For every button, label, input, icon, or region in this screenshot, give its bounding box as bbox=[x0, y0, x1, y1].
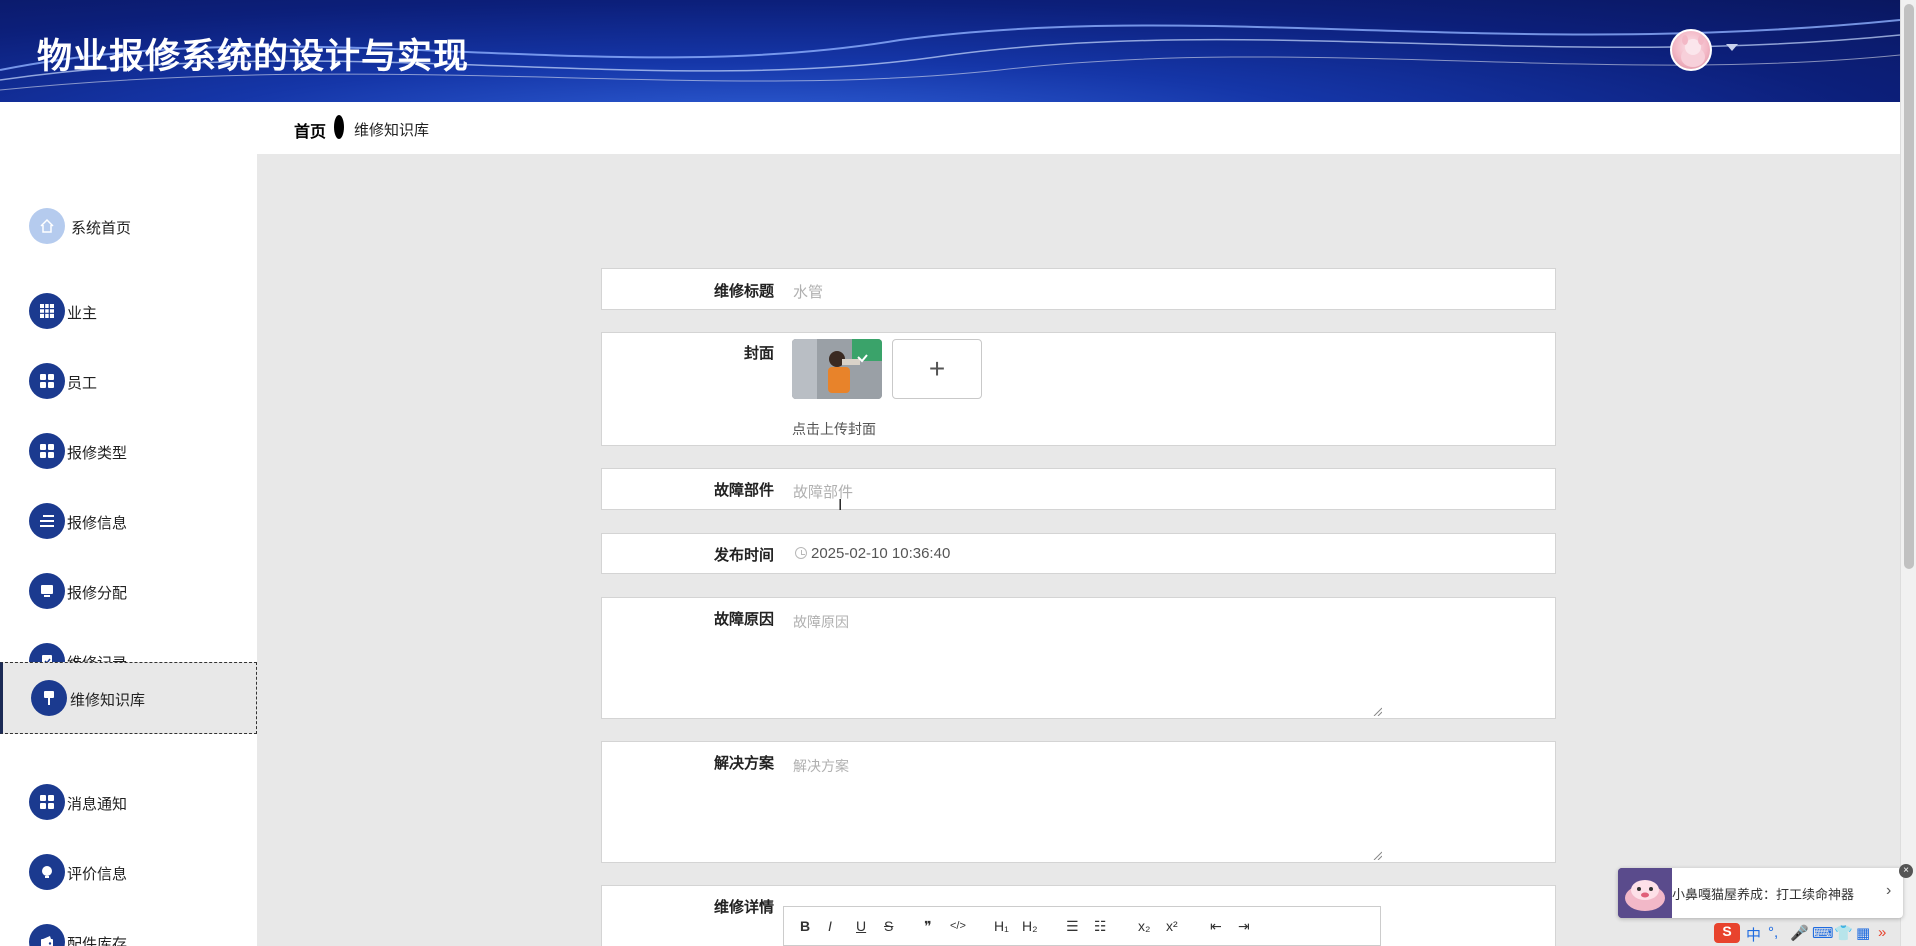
upload-cover-button[interactable]: + bbox=[892, 339, 982, 399]
solution-label: 解决方案 bbox=[713, 755, 774, 772]
brush-icon bbox=[31, 680, 67, 716]
user-menu-caret-icon[interactable] bbox=[1726, 44, 1738, 51]
detail-label: 维修详情 bbox=[713, 899, 774, 916]
sidebar-item-parts-inventory[interactable]: 配件库存 bbox=[0, 907, 257, 946]
sidebar-item-label: 报修分配 bbox=[67, 585, 128, 602]
sidebar-item-label: 报修信息 bbox=[67, 515, 128, 532]
underline-button[interactable]: U bbox=[856, 918, 866, 934]
plus-icon: + bbox=[928, 353, 946, 384]
bullet-list-button[interactable]: ☷ bbox=[1094, 918, 1107, 935]
top-header: 物业报修系统的设计与实现 bbox=[0, 0, 1900, 102]
cover-image-thumbnail[interactable] bbox=[792, 339, 882, 399]
upload-cover-tip: 点击上传封面 bbox=[792, 421, 876, 437]
sidebar-item-staff[interactable]: 员工 bbox=[0, 346, 257, 416]
ad-notification[interactable]: 小鼻嘎猫屋养成：打工续命神器 › bbox=[1618, 868, 1903, 918]
scrollbar-thumb[interactable] bbox=[1904, 4, 1914, 569]
sidebar-item-label: 配件库存 bbox=[67, 936, 128, 946]
sidebar-item-label: 报修类型 bbox=[67, 445, 128, 462]
resize-handle-icon[interactable] bbox=[1372, 706, 1382, 716]
list-icon bbox=[29, 503, 65, 539]
breadcrumb: 首页 维修知识库 bbox=[257, 102, 1900, 154]
subscript-button[interactable]: x₂ bbox=[1138, 918, 1150, 934]
bold-button[interactable]: B bbox=[800, 918, 810, 934]
title-input[interactable]: 水管 bbox=[793, 281, 823, 302]
form-row-time: 发布时间 2025-02-10 10:36:40 bbox=[601, 533, 1556, 574]
solution-textarea[interactable]: 解决方案 bbox=[793, 756, 849, 776]
sidebar-item-home[interactable]: 系统首页 bbox=[0, 191, 257, 261]
italic-button[interactable]: I bbox=[828, 918, 832, 934]
part-label: 故障部件 bbox=[713, 482, 774, 499]
punctuation-icon[interactable]: °, bbox=[1768, 924, 1778, 941]
cause-textarea[interactable]: 故障原因 bbox=[793, 612, 849, 632]
keyboard-icon[interactable]: ⌨ bbox=[1812, 924, 1834, 942]
sidebar-item-label: 员工 bbox=[67, 375, 98, 392]
sidebar-item-knowledge-base[interactable]: 维修知识库 bbox=[0, 662, 257, 734]
clock-icon bbox=[795, 547, 807, 559]
cause-label: 故障原因 bbox=[713, 611, 774, 628]
chevron-right-icon[interactable]: › bbox=[1886, 882, 1891, 900]
notification-text: 小鼻嘎猫屋养成：打工续命神器 bbox=[1672, 887, 1855, 902]
outdent-button[interactable]: ⇤ bbox=[1210, 918, 1222, 935]
notification-close-icon[interactable]: × bbox=[1899, 864, 1913, 878]
heading2-button[interactable]: H₂ bbox=[1022, 918, 1038, 934]
superscript-button[interactable]: x² bbox=[1166, 918, 1178, 934]
form-row-title: 维修标题 水管 bbox=[601, 268, 1556, 310]
sidebar-item-repair-info[interactable]: 报修信息 bbox=[0, 486, 257, 556]
grid-icon bbox=[29, 363, 65, 399]
form-row-cause: 故障原因 故障原因 bbox=[601, 597, 1556, 719]
rich-text-editor[interactable]: B I U S ❞ </> H₁ H₂ ☰ ☷ x₂ x² ⇤ ⇥ bbox=[783, 906, 1381, 946]
wallet-icon bbox=[29, 924, 65, 946]
heading1-button[interactable]: H₁ bbox=[994, 918, 1009, 934]
title-label: 维修标题 bbox=[713, 283, 774, 300]
breadcrumb-current: 维修知识库 bbox=[354, 122, 430, 139]
sidebar-item-label: 业主 bbox=[67, 305, 98, 322]
sidebar-item-label: 消息通知 bbox=[67, 796, 128, 813]
sidebar-item-label: 评价信息 bbox=[67, 866, 128, 883]
app-title: 物业报修系统的设计与实现 bbox=[37, 37, 470, 77]
apps-grid-icon[interactable]: ▦ bbox=[1856, 924, 1870, 942]
user-avatar[interactable] bbox=[1670, 29, 1712, 71]
shirt-icon[interactable]: 👕 bbox=[1834, 924, 1853, 942]
form-row-solution: 解决方案 解决方案 bbox=[601, 741, 1556, 863]
sidebar-item-label: 系统首页 bbox=[71, 220, 132, 237]
breadcrumb-separator bbox=[334, 115, 344, 139]
time-input[interactable]: 2025-02-10 10:36:40 bbox=[811, 545, 950, 562]
code-button[interactable]: </> bbox=[950, 920, 966, 932]
grid-icon bbox=[29, 784, 65, 820]
bulb-icon bbox=[29, 854, 65, 890]
indent-button[interactable]: ⇥ bbox=[1238, 918, 1250, 935]
breadcrumb-home[interactable]: 首页 bbox=[294, 118, 326, 142]
monitor-icon bbox=[29, 573, 65, 609]
home-icon bbox=[29, 208, 65, 244]
form-row-cover: 封面 + 点击上传封面 bbox=[601, 332, 1556, 446]
sidebar-item-label: 维修知识库 bbox=[70, 692, 146, 709]
form-row-part: 故障部件 故障部件 bbox=[601, 468, 1556, 510]
blockquote-button[interactable]: ❞ bbox=[924, 918, 932, 935]
page-scrollbar[interactable] bbox=[1900, 0, 1916, 946]
cover-photo-icon bbox=[792, 339, 882, 399]
strike-button[interactable]: S bbox=[884, 918, 893, 934]
cover-label: 封面 bbox=[743, 345, 774, 362]
sidebar: 系统首页 业主 员工 报修类型 报修信息 报修分配 维修记录 bbox=[0, 102, 257, 946]
sogou-ime-icon[interactable]: S bbox=[1714, 923, 1740, 943]
grid-icon bbox=[29, 293, 65, 329]
microphone-icon[interactable]: 🎤 bbox=[1790, 924, 1809, 942]
main-content: 维修标题 水管 封面 + 点击上传封面 故障部件 故障部件 发布时间 2025-… bbox=[257, 154, 1900, 946]
cat-house-icon bbox=[1618, 868, 1672, 918]
sidebar-item-repair-type[interactable]: 报修类型 bbox=[0, 416, 257, 486]
ime-mode-indicator[interactable]: 中 bbox=[1746, 924, 1761, 945]
sidebar-item-messages[interactable]: 消息通知 bbox=[0, 767, 257, 837]
tray-overflow-icon[interactable]: » bbox=[1878, 924, 1886, 941]
part-input[interactable]: 故障部件 bbox=[793, 481, 853, 502]
time-label: 发布时间 bbox=[713, 547, 774, 564]
form-row-detail: 维修详情 B I U S ❞ </> H₁ H₂ ☰ ☷ x₂ x² ⇤ ⇥ bbox=[601, 885, 1556, 946]
ordered-list-button[interactable]: ☰ bbox=[1066, 918, 1079, 935]
resize-handle-icon[interactable] bbox=[1372, 850, 1382, 860]
mouse-ibeam-cursor-icon: I bbox=[838, 496, 843, 514]
grid-icon bbox=[29, 433, 65, 469]
sidebar-item-reviews[interactable]: 评价信息 bbox=[0, 837, 257, 907]
sidebar-item-repair-assign[interactable]: 报修分配 bbox=[0, 556, 257, 626]
sidebar-item-owner[interactable]: 业主 bbox=[0, 276, 257, 346]
system-tray: S 中 °, 🎤 ⌨ 👕 ▦ » bbox=[1714, 922, 1900, 946]
